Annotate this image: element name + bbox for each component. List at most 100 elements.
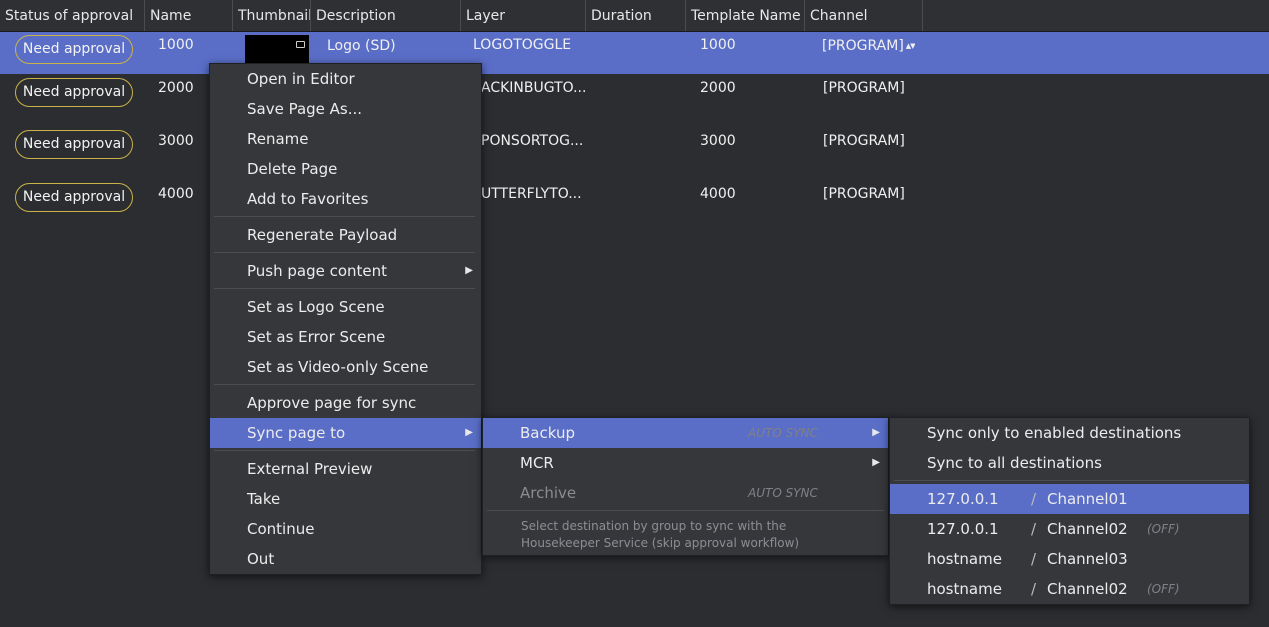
row-layer: ACKINBUGTO...	[481, 80, 587, 96]
destinations-submenu: Sync only to enabled destinations Sync t…	[889, 417, 1250, 605]
menu-item-approve-page-for-sync[interactable]: Approve page for sync	[210, 388, 481, 418]
menu-item-set-error-scene[interactable]: Set as Error Scene	[210, 322, 481, 352]
menu-item-push-page-content[interactable]: Push page content ▶	[210, 256, 481, 286]
submenu-arrow-icon: ▶	[872, 457, 880, 468]
auto-sync-tag: AUTO SYNC	[748, 426, 818, 440]
destination-item[interactable]: hostname / Channel03	[890, 544, 1249, 574]
menu-item-open-in-editor[interactable]: Open in Editor	[210, 64, 481, 94]
column-header-channel[interactable]: Channel	[805, 0, 923, 31]
row-layer: LOGOTOGGLE	[473, 37, 572, 53]
menu-separator	[214, 216, 475, 217]
row-name: 3000	[158, 133, 194, 149]
destination-item[interactable]: 127.0.0.1 / Channel02 (OFF)	[890, 514, 1249, 544]
spinner-icon[interactable]: ▲▼	[906, 42, 915, 50]
table-row[interactable]: Need approval 4000 UTTERFLYTO... 4000 [P…	[0, 180, 1269, 232]
submenu-arrow-icon: ▶	[465, 427, 473, 438]
row-channel: [PROGRAM]	[823, 133, 905, 149]
submenu-arrow-icon: ▶	[872, 427, 880, 438]
destination-host: hostname	[927, 550, 1002, 568]
row-template-name: 3000	[700, 133, 736, 149]
status-badge[interactable]: Need approval	[15, 183, 133, 212]
status-badge[interactable]: Need approval	[15, 130, 133, 159]
off-tag: (OFF)	[1147, 582, 1180, 596]
column-header-duration[interactable]: Duration	[586, 0, 686, 31]
off-tag: (OFF)	[1147, 522, 1180, 536]
menu-item-sync-all-destinations[interactable]: Sync to all destinations	[890, 448, 1249, 478]
menu-item-add-to-favorites[interactable]: Add to Favorites	[210, 184, 481, 214]
table-row[interactable]: Need approval 1000 Logo (SD) LOGOTOGGLE …	[0, 32, 1269, 74]
channel-select[interactable]: [PROGRAM] ▲▼	[822, 38, 915, 54]
menu-item-rename[interactable]: Rename	[210, 124, 481, 154]
row-channel: [PROGRAM]	[823, 80, 905, 96]
destination-separator: /	[1031, 580, 1037, 598]
menu-item-save-page-as[interactable]: Save Page As...	[210, 94, 481, 124]
menu-separator	[487, 510, 884, 511]
menu-item-label: Backup	[520, 424, 575, 442]
menu-separator	[894, 480, 1245, 481]
table-header: Status of approval Name Thumbnail Descri…	[0, 0, 1269, 32]
destination-channel: Channel01	[1047, 490, 1128, 508]
menu-item-delete-page[interactable]: Delete Page	[210, 154, 481, 184]
submenu-arrow-icon: ▶	[465, 265, 473, 276]
column-header-status[interactable]: Status of approval	[0, 0, 145, 31]
row-layer: PONSORTOG...	[481, 133, 584, 149]
column-header-thumbnail[interactable]: Thumbnail	[233, 0, 311, 31]
menu-item-set-logo-scene[interactable]: Set as Logo Scene	[210, 292, 481, 322]
table-row[interactable]: Need approval 2000 ACKINBUGTO... 2000 [P…	[0, 74, 1269, 126]
menu-item-label: Sync page to	[247, 424, 346, 442]
submenu-item-archive: Archive AUTO SYNC	[483, 478, 888, 508]
status-badge[interactable]: Need approval	[15, 35, 133, 64]
submenu-item-backup[interactable]: Backup AUTO SYNC ▶	[483, 418, 888, 448]
column-header-name[interactable]: Name	[145, 0, 233, 31]
destination-host: hostname	[927, 580, 1002, 598]
row-channel: [PROGRAM]	[822, 38, 904, 54]
row-name: 1000	[158, 37, 194, 53]
destination-item[interactable]: hostname / Channel02 (OFF)	[890, 574, 1249, 604]
row-description: Logo (SD)	[327, 38, 396, 54]
row-name: 2000	[158, 80, 194, 96]
destination-separator: /	[1031, 490, 1037, 508]
menu-item-out[interactable]: Out	[210, 544, 481, 574]
thumbnail-image	[245, 35, 309, 65]
row-layer: UTTERFLYTO...	[481, 186, 582, 202]
menu-item-regenerate-payload[interactable]: Regenerate Payload	[210, 220, 481, 250]
row-channel: [PROGRAM]	[823, 186, 905, 202]
destination-channel: Channel02	[1047, 520, 1128, 538]
submenu-item-mcr[interactable]: MCR ▶	[483, 448, 888, 478]
menu-item-sync-page-to[interactable]: Sync page to ▶	[210, 418, 481, 448]
menu-item-label: Push page content	[247, 262, 388, 280]
menu-item-sync-enabled-destinations[interactable]: Sync only to enabled destinations	[890, 418, 1249, 448]
menu-separator	[214, 384, 475, 385]
menu-separator	[214, 288, 475, 289]
context-menu: Open in Editor Save Page As... Rename De…	[209, 63, 482, 575]
menu-item-label: Archive	[520, 484, 577, 502]
menu-item-label: MCR	[520, 454, 554, 472]
thumbnail-badge-icon	[296, 41, 305, 48]
destination-host: 127.0.0.1	[927, 490, 999, 508]
row-name: 4000	[158, 186, 194, 202]
column-header-description[interactable]: Description	[311, 0, 461, 31]
destination-separator: /	[1031, 520, 1037, 538]
menu-item-external-preview[interactable]: External Preview	[210, 454, 481, 484]
row-template-name: 2000	[700, 80, 736, 96]
sync-note-line: Select destination by group to sync with…	[521, 519, 787, 533]
status-badge[interactable]: Need approval	[15, 78, 133, 107]
destination-item[interactable]: 127.0.0.1 / Channel01	[890, 484, 1249, 514]
destination-host: 127.0.0.1	[927, 520, 999, 538]
destination-channel: Channel03	[1047, 550, 1128, 568]
row-template-name: 1000	[700, 37, 736, 53]
menu-item-set-video-only-scene[interactable]: Set as Video-only Scene	[210, 352, 481, 382]
sync-note-line: Housekeeper Service (skip approval workf…	[521, 536, 800, 550]
menu-item-take[interactable]: Take	[210, 484, 481, 514]
sync-submenu: Backup AUTO SYNC ▶ MCR ▶ Archive AUTO SY…	[482, 417, 889, 556]
destination-separator: /	[1031, 550, 1037, 568]
menu-separator	[214, 252, 475, 253]
destination-channel: Channel02	[1047, 580, 1128, 598]
table-row[interactable]: Need approval 3000 PONSORTOG... 3000 [PR…	[0, 127, 1269, 179]
column-header-template-name[interactable]: Template Name	[686, 0, 805, 31]
menu-separator	[214, 450, 475, 451]
row-template-name: 4000	[700, 186, 736, 202]
auto-sync-tag: AUTO SYNC	[748, 486, 818, 500]
column-header-layer[interactable]: Layer	[461, 0, 586, 31]
menu-item-continue[interactable]: Continue	[210, 514, 481, 544]
